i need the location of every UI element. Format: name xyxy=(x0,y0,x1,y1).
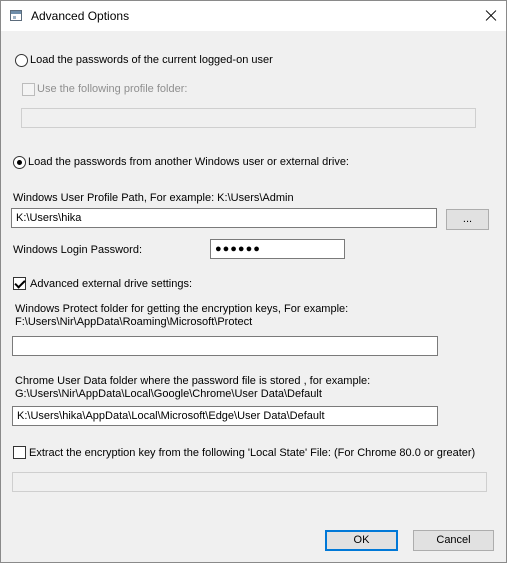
login-password-label: Windows Login Password: xyxy=(13,244,143,256)
profile-folder-checkbox-label[interactable]: Use the following profile folder: xyxy=(37,83,187,96)
login-password-field[interactable]: ●●●●●● xyxy=(210,239,345,259)
protect-folder-field[interactable] xyxy=(12,336,438,356)
current-user-radio[interactable] xyxy=(15,54,28,67)
browse-button[interactable]: ... xyxy=(446,209,489,230)
chrome-folder-field[interactable]: K:\Users\hika\AppData\Local\Microsoft\Ed… xyxy=(12,406,438,426)
other-user-radio[interactable] xyxy=(13,156,26,169)
profile-path-label: Windows User Profile Path, For example: … xyxy=(13,192,294,204)
advanced-options-dialog: Advanced Options Load the passwords of t… xyxy=(0,0,507,563)
chrome-folder-label-line2: G:\Users\Nir\AppData\Local\Google\Chrome… xyxy=(15,388,322,400)
protect-folder-label-line1: Windows Protect folder for getting the e… xyxy=(15,303,349,315)
current-user-radio-label[interactable]: Load the passwords of the current logged… xyxy=(30,54,273,67)
ok-button[interactable]: OK xyxy=(325,530,398,551)
advanced-settings-checkbox[interactable] xyxy=(13,277,26,290)
local-state-checkbox[interactable] xyxy=(13,446,26,459)
advanced-settings-checkbox-label[interactable]: Advanced external drive settings: xyxy=(30,278,192,291)
profile-folder-checkbox[interactable] xyxy=(22,83,35,96)
app-icon xyxy=(10,10,22,21)
chrome-folder-label-line1: Chrome User Data folder where the passwo… xyxy=(15,375,371,387)
window-title: Advanced Options xyxy=(31,9,130,23)
close-icon[interactable] xyxy=(476,1,506,31)
cancel-button[interactable]: Cancel xyxy=(413,530,494,551)
local-state-field[interactable] xyxy=(12,472,487,492)
profile-folder-field[interactable] xyxy=(21,108,476,128)
title-bar[interactable]: Advanced Options xyxy=(1,1,506,31)
other-user-radio-label[interactable]: Load the passwords from another Windows … xyxy=(28,156,349,169)
local-state-checkbox-label[interactable]: Extract the encryption key from the foll… xyxy=(29,447,475,460)
protect-folder-label-line2: F:\Users\Nir\AppData\Roaming\Microsoft\P… xyxy=(15,316,253,328)
profile-path-field[interactable]: K:\Users\hika xyxy=(11,208,437,228)
